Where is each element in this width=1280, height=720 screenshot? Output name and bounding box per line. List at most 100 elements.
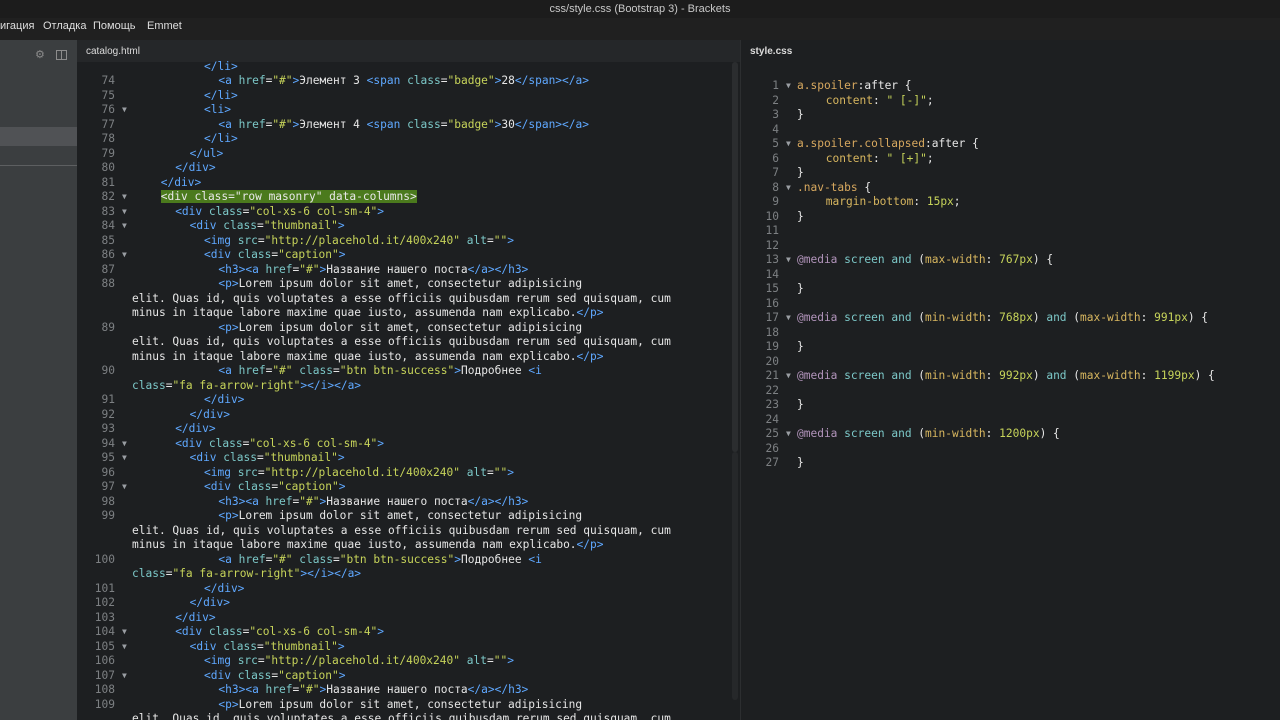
code-line[interactable]: @media screen and (max-width: 767px) { <box>797 253 1053 268</box>
code-line[interactable]: </div> <box>175 161 215 176</box>
code-line[interactable]: </ul> <box>190 147 224 162</box>
code-line[interactable]: content: " [+]"; <box>826 152 934 167</box>
line-number: 21 <box>765 369 779 382</box>
fold-triangle-icon[interactable]: ▼ <box>786 137 791 152</box>
fold-triangle-icon[interactable]: ▼ <box>122 480 127 495</box>
code-line[interactable]: class="fa fa-arrow-right"></i></a> <box>132 567 361 582</box>
sidebar-selected-item[interactable] <box>0 127 77 146</box>
code-line[interactable]: elit. Quas id, quis voluptates a esse of… <box>132 524 671 539</box>
code-line[interactable]: </div> <box>175 422 215 437</box>
line-number <box>77 292 115 307</box>
code-line[interactable]: <div class="col-xs-6 col-sm-4"> <box>175 437 384 452</box>
code-line[interactable]: <img src="http://placehold.it/400x240" a… <box>204 654 514 669</box>
line-number: 97 <box>101 480 115 493</box>
code-line[interactable]: <p>Lorem ipsum dolor sit amet, consectet… <box>218 698 582 713</box>
fold-triangle-icon[interactable]: ▼ <box>786 427 791 442</box>
code-line[interactable]: <img src="http://placehold.it/400x240" a… <box>204 234 514 249</box>
code-line[interactable]: a.spoiler.collapsed:after { <box>797 137 979 152</box>
fold-triangle-icon[interactable]: ▼ <box>786 369 791 384</box>
code-line[interactable]: <div class="thumbnail"> <box>190 451 345 466</box>
code-line[interactable]: </div> <box>204 393 244 408</box>
code-line[interactable]: <div class="thumbnail"> <box>190 640 345 655</box>
code-line[interactable]: content: " [-]"; <box>826 94 934 109</box>
code-line[interactable]: <a href="#">Элемент 3 <span class="badge… <box>218 74 589 89</box>
gear-icon[interactable]: ⚙ <box>35 50 45 61</box>
code-line[interactable]: <div class="col-xs-6 col-sm-4"> <box>175 625 384 640</box>
code-line[interactable]: <h3><a href="#">Название нашего поста</a… <box>218 495 528 510</box>
code-line[interactable]: <h3><a href="#">Название нашего поста</a… <box>218 263 528 278</box>
code-line[interactable]: </div> <box>161 176 201 191</box>
code-line[interactable]: class="fa fa-arrow-right"></i></a> <box>132 379 361 394</box>
code-line[interactable]: <p>Lorem ipsum dolor sit amet, consectet… <box>218 321 582 336</box>
code-line[interactable]: minus in itaque labore maxime quae iusto… <box>132 538 604 553</box>
menu-item-emmet[interactable]: Emmet <box>147 19 182 33</box>
fold-triangle-icon[interactable]: ▼ <box>122 190 127 205</box>
code-line[interactable]: } <box>797 456 804 471</box>
code-line[interactable]: @media screen and (min-width: 768px) and… <box>797 311 1208 326</box>
fold-triangle-icon[interactable]: ▼ <box>122 219 127 234</box>
menu-item-help[interactable]: Помощь <box>93 19 136 33</box>
code-line[interactable]: .nav-tabs { <box>797 181 871 196</box>
fold-triangle-icon[interactable]: ▼ <box>122 205 127 220</box>
code-line[interactable]: <li> <box>204 103 231 118</box>
tab-style-css[interactable]: style.css <box>741 40 1280 62</box>
menu-item-navigate[interactable]: игация <box>0 19 34 33</box>
code-line[interactable]: </div> <box>175 611 215 626</box>
fold-triangle-icon[interactable]: ▼ <box>786 311 791 326</box>
code-token: > <box>337 219 345 232</box>
code-line[interactable]: <div class="caption"> <box>204 480 346 495</box>
code-line[interactable]: } <box>797 398 804 413</box>
code-line[interactable]: minus in itaque labore maxime quae iusto… <box>132 306 604 321</box>
code-line[interactable]: <div class="col-xs-6 col-sm-4"> <box>175 205 384 220</box>
code-line[interactable]: <div class="caption"> <box>204 248 346 263</box>
code-line[interactable]: </div> <box>190 596 230 611</box>
code-line[interactable]: </li> <box>204 89 238 104</box>
code-token: ( <box>911 311 926 324</box>
code-line[interactable]: minus in itaque labore maxime quae iusto… <box>132 350 604 365</box>
code-line[interactable]: <p>Lorem ipsum dolor sit amet, consectet… <box>218 509 582 524</box>
scrollbar-left[interactable] <box>732 62 738 452</box>
fold-triangle-icon[interactable]: ▼ <box>122 103 127 118</box>
code-line[interactable]: <img src="http://placehold.it/400x240" a… <box>204 466 514 481</box>
fold-triangle-icon[interactable]: ▼ <box>786 79 791 94</box>
tab-catalog-html[interactable]: catalog.html <box>77 40 740 62</box>
code-token: "caption" <box>278 668 339 682</box>
code-line[interactable]: @media screen and (min-width: 1200px) { <box>797 427 1060 442</box>
code-line[interactable]: @media screen and (min-width: 992px) and… <box>797 369 1215 384</box>
code-line[interactable]: elit. Quas id, quis voluptates a esse of… <box>132 712 671 720</box>
fold-triangle-icon[interactable]: ▼ <box>122 640 127 655</box>
fold-triangle-icon[interactable]: ▼ <box>122 437 127 452</box>
line-number: 79 <box>101 146 115 160</box>
fold-triangle-icon[interactable]: ▼ <box>122 451 127 466</box>
code-line[interactable]: elit. Quas id, quis voluptates a esse of… <box>132 292 671 307</box>
code-line[interactable]: <div class="row masonry" data-columns> <box>160 190 417 205</box>
code-line[interactable]: <p>Lorem ipsum dolor sit amet, consectet… <box>218 277 582 292</box>
code-line[interactable]: } <box>797 210 804 225</box>
code-line[interactable]: <a href="#">Элемент 4 <span class="badge… <box>218 118 589 133</box>
code-line[interactable]: } <box>797 282 804 297</box>
code-line[interactable]: } <box>797 108 804 123</box>
fold-triangle-icon[interactable]: ▼ <box>786 181 791 196</box>
code-line[interactable]: <div class="thumbnail"> <box>190 219 345 234</box>
code-line[interactable]: a.spoiler:after { <box>797 79 912 94</box>
code-line[interactable]: margin-bottom: 15px; <box>826 195 961 210</box>
fold-triangle-icon[interactable]: ▼ <box>122 669 127 684</box>
code-line[interactable]: <a href="#" class="btn btn-success">Подр… <box>218 553 541 568</box>
code-line[interactable]: </li> <box>204 132 238 147</box>
code-line[interactable]: <h3><a href="#">Название нашего поста</a… <box>218 683 528 698</box>
code-line[interactable]: </div> <box>190 408 230 423</box>
code-line[interactable]: elit. Quas id, quis voluptates a esse of… <box>132 335 671 350</box>
code-line[interactable]: </div> <box>204 582 244 597</box>
code-line[interactable]: <div class="caption"> <box>204 669 346 684</box>
split-view-icon[interactable] <box>56 50 67 60</box>
scrollbar-track-left[interactable] <box>732 452 738 700</box>
fold-triangle-icon[interactable]: ▼ <box>122 248 127 263</box>
code-line[interactable]: } <box>797 166 804 181</box>
fold-triangle-icon[interactable]: ▼ <box>786 253 791 268</box>
menu-item-debug[interactable]: Отладка <box>43 19 86 33</box>
fold-triangle-icon[interactable]: ▼ <box>122 625 127 640</box>
code-line[interactable]: } <box>797 340 804 355</box>
code-line[interactable]: <a href="#" class="btn btn-success">Подр… <box>218 364 541 379</box>
code-line[interactable]: </li> <box>204 60 238 75</box>
code-token: = <box>486 233 494 247</box>
